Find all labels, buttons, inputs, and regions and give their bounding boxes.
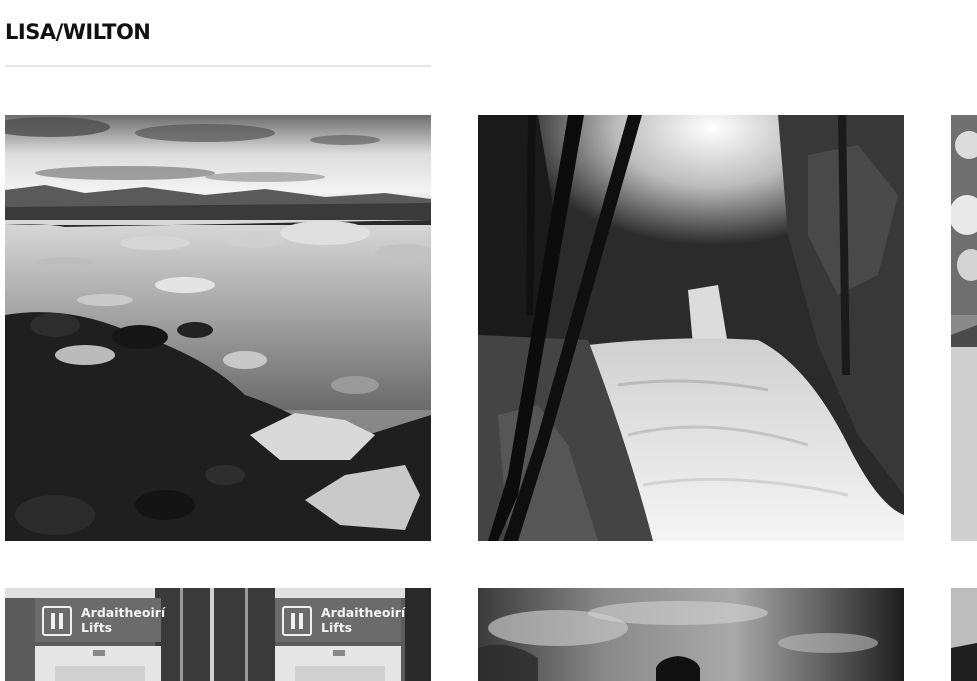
gallery-tile-glacier-lagoon[interactable]	[5, 115, 431, 541]
dark-landscape-image	[951, 588, 977, 681]
gallery-tile-dark-landscape[interactable]	[951, 588, 977, 681]
gallery-tile-forest-waterfall[interactable]	[478, 115, 904, 541]
glacier-lagoon-image	[5, 115, 431, 541]
lift-sign-right-english: Lifts	[321, 620, 353, 635]
gallery-tile-airport-lifts[interactable]: Ardaitheoirí Lifts Ardaitheoirí Lifts	[5, 588, 431, 681]
cloudy-sky-image	[951, 115, 977, 541]
page: LISA/WILTON Ardaitheoirí Lifts Ardaitheo…	[0, 0, 977, 681]
lift-sign-left: Ardaitheoirí Lifts	[81, 605, 165, 635]
lift-sign-right: Ardaitheoirí Lifts	[321, 605, 405, 635]
lift-sign-left-english: Lifts	[81, 620, 113, 635]
header-divider	[5, 65, 431, 67]
dramatic-sky-image	[478, 588, 904, 681]
lift-sign-right-irish: Ardaitheoirí	[321, 605, 406, 620]
forest-waterfall-image	[478, 115, 904, 541]
lift-sign-left-irish: Ardaitheoirí	[81, 605, 166, 620]
site-logo[interactable]: LISA/WILTON	[5, 19, 151, 45]
gallery-tile-cloudy-sky[interactable]	[951, 115, 977, 541]
gallery-tile-dramatic-sky[interactable]	[478, 588, 904, 681]
